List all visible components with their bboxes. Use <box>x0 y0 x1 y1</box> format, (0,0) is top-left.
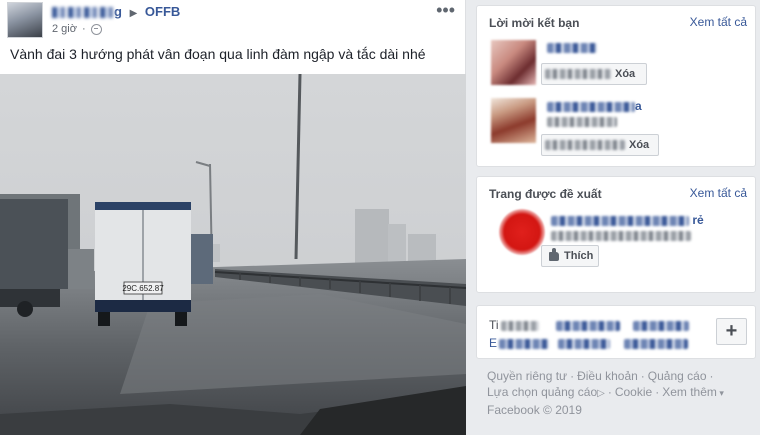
suggested-page-avatar[interactable] <box>499 209 545 255</box>
author-name[interactable] <box>52 4 114 19</box>
suggested-page-name-suffix[interactable]: rẻ <box>692 213 703 227</box>
friend-requests-card: Lời mời kết bạn Xem tất cả Xóa a Xóa <box>476 5 756 167</box>
copyright-text: Facebook © 2019 <box>487 403 582 417</box>
share-arrow-icon: ▶ <box>129 8 138 19</box>
license-plate: 29C.652.87 <box>122 284 164 293</box>
friend-request-avatar[interactable] <box>491 98 536 143</box>
language-option[interactable] <box>499 338 550 349</box>
language-option[interactable] <box>633 320 690 331</box>
footer-link-ads[interactable]: Quảng cáo <box>648 369 707 383</box>
friend-requests-title: Lời mời kết bạn <box>489 16 580 30</box>
footer-link-terms[interactable]: Điều khoản <box>577 369 638 383</box>
suggested-pages-see-all-link[interactable]: Xem tất cả <box>690 186 747 200</box>
post-text: Vành đai 3 hướng phát vân đoạn qua linh … <box>10 46 426 62</box>
friend-request-name[interactable]: a <box>547 99 642 113</box>
suggested-pages-title: Trang được đề xuất <box>489 187 602 201</box>
footer-link-more[interactable]: Xem thêm <box>662 385 717 399</box>
like-button-label: Thích <box>564 250 594 262</box>
delete-request-button[interactable]: Xóa <box>541 134 659 156</box>
language-option[interactable] <box>623 338 688 349</box>
delete-request-button[interactable]: Xóa <box>541 63 647 85</box>
confirm-button-label <box>545 140 625 150</box>
suggested-page-name-blur <box>551 215 689 226</box>
thumbs-up-icon <box>549 247 559 261</box>
confirm-button-label <box>545 69 611 79</box>
post-meta: 2 giờ · <box>52 23 102 35</box>
friend-request-avatar[interactable] <box>491 40 536 85</box>
friend-requests-see-all-link[interactable]: Xem tất cả <box>690 15 747 29</box>
flooded-road-image: 29C.652.87 <box>0 74 466 435</box>
author-avatar[interactable] <box>7 2 43 38</box>
more-options-icon[interactable]: ••• <box>436 0 455 21</box>
friend-request-name-suffix[interactable]: a <box>635 99 642 113</box>
language-option[interactable] <box>558 338 611 349</box>
footer-link-cookies[interactable]: Cookie <box>615 385 652 399</box>
language-option[interactable] <box>555 320 620 331</box>
post-timestamp[interactable]: 2 giờ <box>52 23 77 35</box>
suggested-pages-card: Trang được đề xuất Xem tất cả rẻ Thích <box>476 176 756 293</box>
group-name-link[interactable]: OFFB <box>145 4 180 19</box>
plus-icon[interactable]: + <box>716 318 747 345</box>
language-options-row: E <box>489 336 688 350</box>
footer-links: Quyền riêng tư · Điều khoản · Quảng cáo · Lựa… <box>487 369 724 417</box>
language-current-blur <box>500 320 539 331</box>
delete-button-label: Xóa <box>615 68 636 80</box>
footer-link-privacy[interactable]: Quyền riêng tư <box>487 369 567 383</box>
friend-request-name[interactable] <box>547 43 597 53</box>
author-line: g ▶ OFFB <box>52 4 180 19</box>
suggested-page-name[interactable]: rẻ <box>551 213 704 227</box>
mutual-friends-text <box>547 117 617 127</box>
separator-dot: · <box>81 23 86 35</box>
news-feed-post: g ▶ OFFB 2 giờ · ••• Vành đai 3 hướng ph… <box>0 0 466 435</box>
author-name-suffix[interactable]: g <box>114 4 122 19</box>
post-header: g ▶ OFFB 2 giờ · ••• <box>0 0 465 40</box>
language-option-prefix[interactable]: E <box>489 336 497 350</box>
language-card: Ti E + <box>476 305 756 359</box>
delete-button-label: Xóa <box>629 139 650 151</box>
footer-link-ad-choices[interactable]: Lựa chọn quảng cáo <box>487 385 597 399</box>
language-current: Ti <box>489 318 690 332</box>
friend-request-name-blur <box>547 101 635 112</box>
language-current-prefix: Ti <box>489 318 499 332</box>
ad-choices-icon: ▷ <box>597 388 605 399</box>
globe-icon[interactable] <box>90 23 102 35</box>
like-page-button[interactable]: Thích <box>541 245 599 267</box>
suggested-page-category <box>551 231 691 241</box>
post-photo[interactable]: 29C.652.87 <box>0 74 466 435</box>
more-arrow-icon: ▾ <box>716 388 724 398</box>
